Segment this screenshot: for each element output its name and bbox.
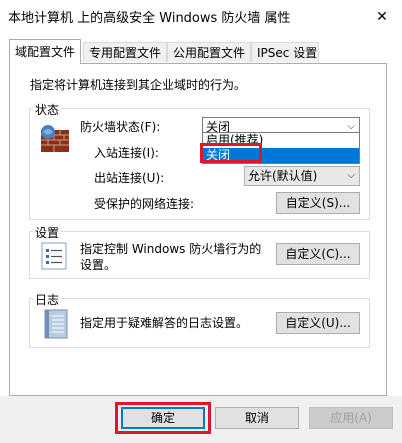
window-title: 本地计算机 上的高级安全 Windows 防火墙 属性 bbox=[8, 11, 291, 26]
dropdown-option-enable[interactable]: 启用(推荐) bbox=[203, 133, 359, 148]
close-button[interactable]: ✕ bbox=[362, 0, 402, 34]
customize-settings-button[interactable]: 自定义(C)... bbox=[276, 243, 360, 265]
settings-description-line2: 设置。 bbox=[80, 258, 117, 272]
outbound-select[interactable]: 允许(默认值) ⌵ bbox=[244, 166, 360, 186]
dropdown-option-off[interactable]: 关闭 bbox=[203, 148, 359, 163]
notebook-icon bbox=[40, 308, 70, 340]
tab-public-profile[interactable]: 公用配置文件 bbox=[167, 42, 251, 62]
settings-description-line1: 指定控制 Windows 防火墙行为的 bbox=[80, 242, 262, 256]
settings-list-icon bbox=[39, 241, 69, 271]
tab-ipsec-settings[interactable]: IPSec 设置 bbox=[251, 42, 319, 62]
state-group-title: 状态 bbox=[33, 101, 62, 118]
logging-description: 指定用于疑难解答的日志设置。 bbox=[80, 316, 249, 330]
profile-description: 指定将计算机连接到其企业域时的行为。 bbox=[30, 78, 247, 92]
firewall-brick-icon bbox=[38, 122, 72, 156]
customize-protected-button[interactable]: 自定义(S)... bbox=[276, 192, 360, 214]
inbound-label: 入站连接(I): bbox=[94, 146, 159, 160]
cancel-button[interactable]: 取消 bbox=[215, 407, 299, 429]
tab-domain-profile[interactable]: 域配置文件 bbox=[9, 39, 81, 64]
ok-button[interactable]: 确定 bbox=[121, 407, 205, 429]
tab-private-profile[interactable]: 专用配置文件 bbox=[83, 42, 167, 62]
settings-group-title: 设置 bbox=[33, 224, 62, 241]
customize-logging-button[interactable]: 自定义(U)... bbox=[276, 312, 360, 334]
close-icon: ✕ bbox=[376, 9, 388, 25]
chevron-down-icon: ⌵ bbox=[347, 170, 355, 181]
protected-connections-label: 受保护的网络连接: bbox=[94, 197, 195, 211]
firewall-state-dropdown: 启用(推荐) 关闭 bbox=[202, 132, 360, 164]
firewall-state-label: 防火墙状态(F): bbox=[80, 120, 161, 134]
apply-button[interactable]: 应用(A) bbox=[309, 407, 393, 429]
logging-group-title: 日志 bbox=[33, 291, 62, 308]
outbound-label: 出站连接(U): bbox=[94, 171, 165, 185]
